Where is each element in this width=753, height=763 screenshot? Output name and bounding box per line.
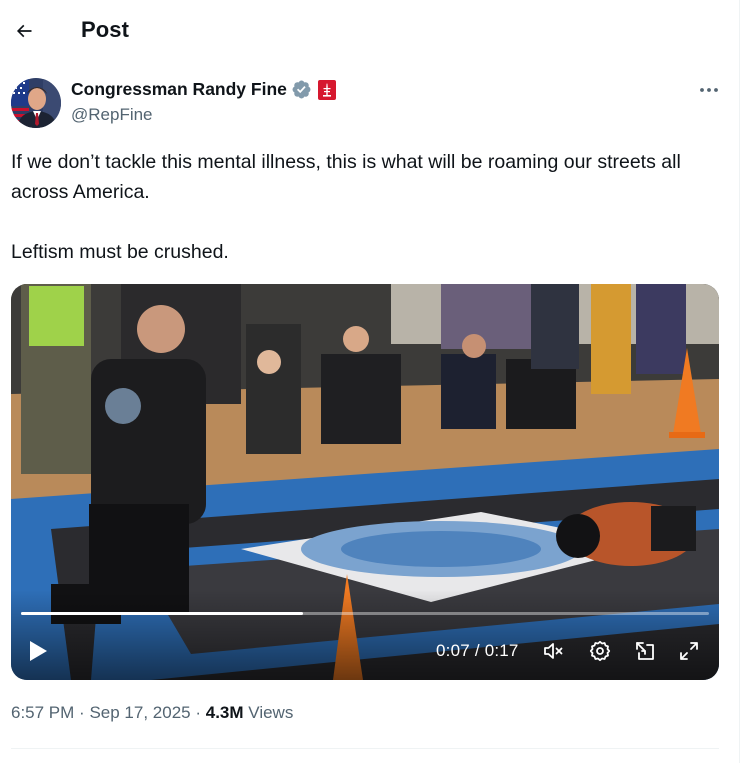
views-label: Views: [248, 703, 294, 722]
video-time-separator: /: [474, 641, 480, 660]
video-progress-bar[interactable]: [21, 612, 709, 615]
controls-overlay: [11, 590, 719, 680]
column-border: [739, 0, 740, 763]
post-time[interactable]: 6:57 PM: [11, 703, 74, 722]
divider: [11, 748, 719, 749]
meta-separator: ·: [195, 703, 202, 722]
post-date[interactable]: Sep 17, 2025: [89, 703, 190, 722]
more-options-button[interactable]: [697, 80, 721, 100]
arrow-left-icon: [16, 24, 32, 38]
video-progress-fill: [21, 612, 304, 615]
video-elapsed: 0:07: [436, 641, 470, 660]
more-horizontal-icon: [700, 88, 718, 92]
post-author: Congressman Randy Fine @RepFine: [11, 76, 721, 132]
post-text-line: Leftism must be crushed.: [11, 241, 229, 263]
fullscreen-icon: [680, 642, 698, 660]
government-affiliation-icon[interactable]: [317, 79, 336, 100]
meta-separator: ·: [79, 703, 85, 722]
author-handle[interactable]: @RepFine: [71, 105, 153, 125]
post-text: If we don’t tackle this mental illness, …: [11, 147, 711, 267]
fullscreen-button[interactable]: [677, 639, 701, 663]
pop-out-icon: [636, 642, 654, 660]
back-button[interactable]: [8, 15, 40, 47]
video-player[interactable]: 0:07 / 0:17: [11, 284, 719, 680]
mute-icon: [544, 643, 563, 659]
page-title: Post: [81, 17, 130, 42]
views-count[interactable]: 4.3M: [206, 703, 244, 722]
author-name[interactable]: Congressman Randy Fine: [71, 79, 287, 100]
page-header: Post: [0, 0, 740, 62]
pop-out-button[interactable]: [633, 639, 657, 663]
avatar[interactable]: [11, 78, 61, 128]
verified-badge-icon[interactable]: [291, 79, 312, 100]
avatar-image: [11, 78, 61, 128]
settings-gear-icon: [589, 640, 611, 662]
video-duration: 0:17: [484, 641, 519, 660]
play-icon[interactable]: [27, 640, 49, 662]
settings-button[interactable]: [588, 639, 612, 663]
mute-button[interactable]: [541, 639, 565, 663]
post-text-line: If we don’t tackle this mental illness, …: [11, 151, 681, 203]
post-meta: 6:57 PM · Sep 17, 2025 · 4.3M Views: [11, 703, 293, 723]
author-name-row: Congressman Randy Fine: [71, 79, 336, 100]
video-time: 0:07 / 0:17: [436, 641, 519, 661]
